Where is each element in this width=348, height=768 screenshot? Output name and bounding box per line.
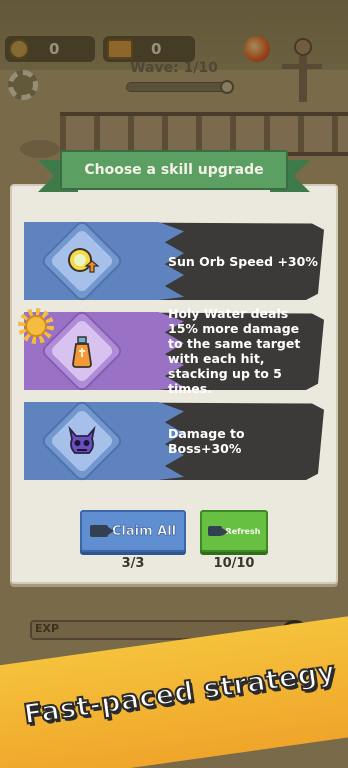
claim-all-count: 3/3 xyxy=(121,556,145,571)
claim-all-label: Claim All xyxy=(111,523,177,539)
demon-skull-icon xyxy=(64,424,100,460)
refresh-button[interactable]: Refresh xyxy=(200,510,268,552)
video-ad-icon xyxy=(89,525,114,537)
skill-label: Sun Orb Speed +30% xyxy=(168,253,318,269)
skill-option-sun-orb-speed[interactable]: Sun Orb Speed +30% xyxy=(24,218,324,304)
title-ribbon: Choose a skill upgrade xyxy=(38,150,310,194)
skill-option-boss-damage[interactable]: Damage to Boss+30% xyxy=(24,398,324,484)
claim-all-button[interactable]: Claim All xyxy=(80,510,186,552)
refresh-count: 10/10 xyxy=(213,556,255,571)
skill-label: Holy Water deals 15% more damage to the … xyxy=(168,306,301,396)
video-ad-icon xyxy=(207,526,228,536)
holy-water-icon xyxy=(64,334,100,370)
sun-badge-icon xyxy=(18,308,54,344)
skill-label: Damage to Boss+30% xyxy=(168,426,245,456)
sun-orb-icon xyxy=(64,244,100,280)
refresh-label: Refresh xyxy=(225,526,261,536)
skill-option-holy-water[interactable]: Holy Water deals 15% more damage to the … xyxy=(24,306,324,396)
dialog-title: Choose a skill upgrade xyxy=(84,162,264,178)
